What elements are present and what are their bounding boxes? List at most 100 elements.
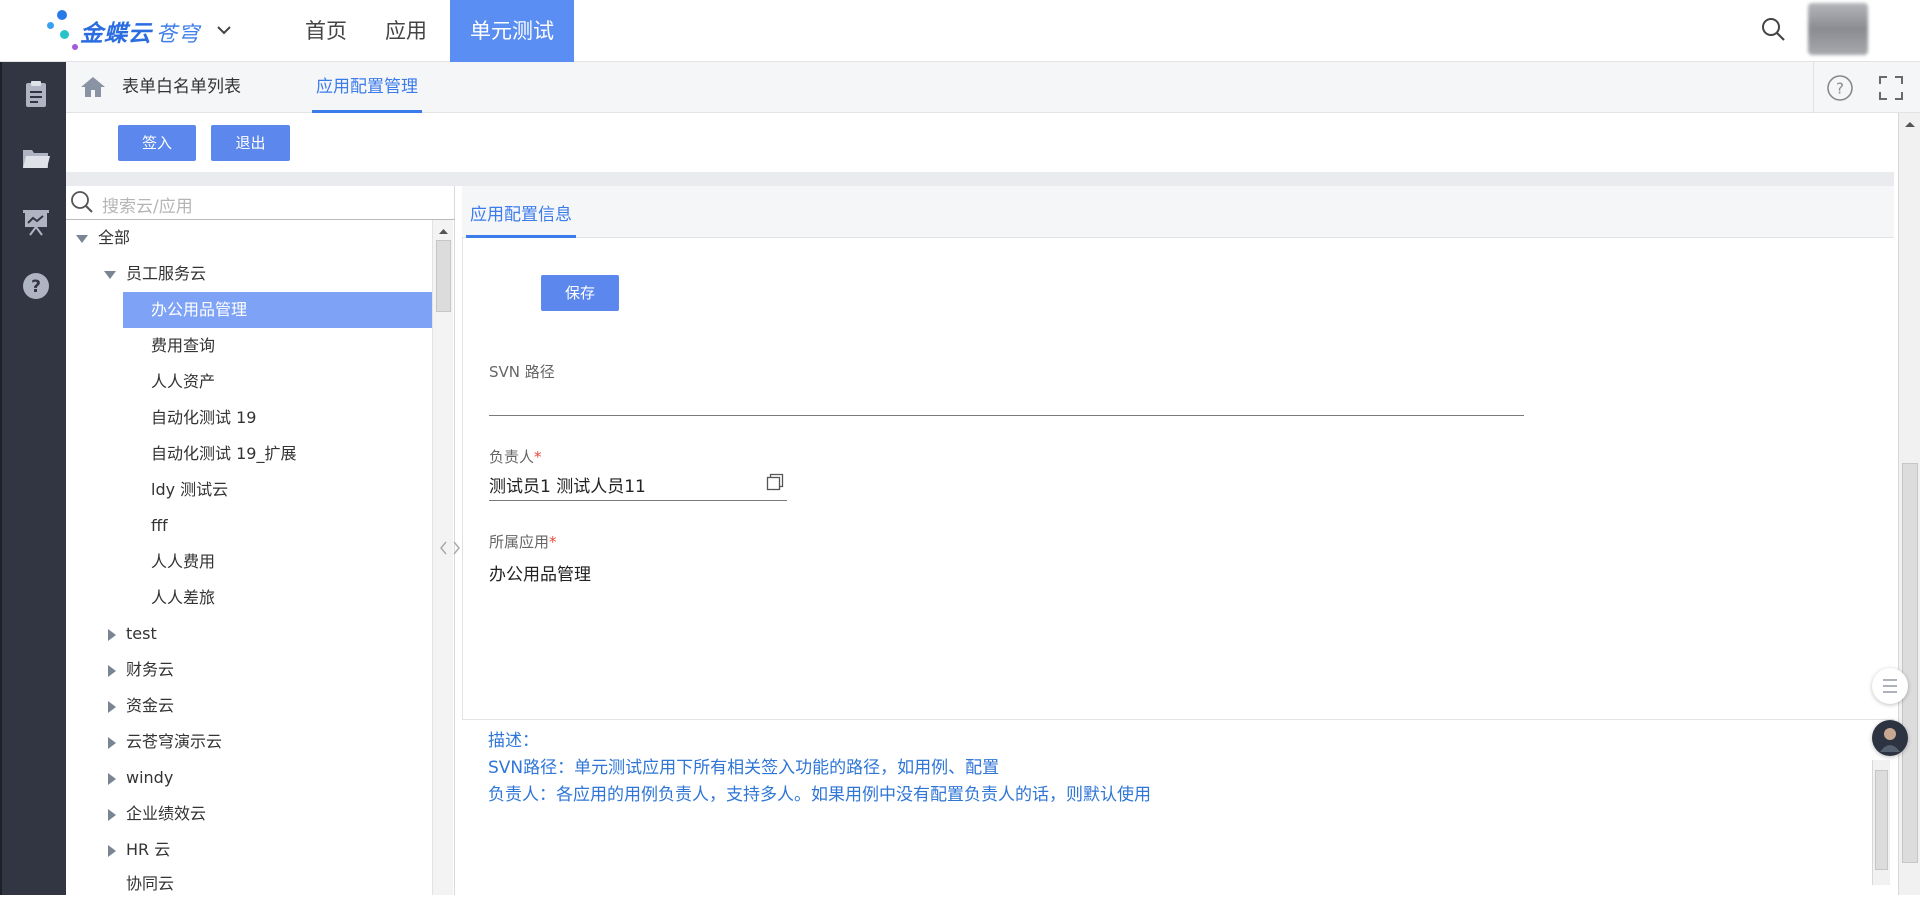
description-line: SVN路径：单元测试应用下所有相关签入功能的路径，如用例、配置 xyxy=(488,758,1000,778)
tree-group-collapsed[interactable]: 云苍穹演示云 xyxy=(108,724,222,760)
home-icon[interactable] xyxy=(80,76,106,98)
tab-app-config-info[interactable]: 应用配置信息 xyxy=(466,200,576,238)
tree-scroll-thumb[interactable] xyxy=(436,240,451,312)
nav-apps[interactable]: 应用 xyxy=(370,0,442,62)
tree-app-item[interactable]: 自动化测试 19_扩展 xyxy=(151,436,296,472)
app-tree-panel: 搜索云/应用 全部 员工服务云 办公用品管理 费用查询 人人资产 自动化测试 1… xyxy=(66,186,455,895)
required-mark: * xyxy=(549,533,557,551)
tree-app-item[interactable]: 人人差旅 xyxy=(151,580,215,616)
presentation-icon[interactable] xyxy=(20,206,52,238)
tree-group-collapsed[interactable]: 财务云 xyxy=(108,652,174,688)
logo-dot xyxy=(47,22,54,29)
main-nav: 首页 应用 单元测试 xyxy=(290,0,582,62)
tree-group-collapsed[interactable]: 协同云 xyxy=(126,866,174,902)
scroll-up-icon[interactable] xyxy=(433,224,454,238)
app-logo[interactable]: 金蝶云 苍穹 xyxy=(44,8,234,54)
tab-form-whitelist[interactable]: 表单白名单列表 xyxy=(122,62,241,113)
tree-group-collapsed[interactable]: test xyxy=(108,616,157,652)
caret-right-icon[interactable] xyxy=(108,844,116,857)
avatar[interactable] xyxy=(1808,3,1868,55)
page-tab-bar: 表单白名单列表 应用配置管理 ? xyxy=(66,62,1920,113)
app-value: 办公用品管理 xyxy=(489,565,591,585)
tree-group-collapsed[interactable]: 企业绩效云 xyxy=(108,796,206,832)
tree-app-item[interactable]: 人人资产 xyxy=(151,364,215,400)
checkin-button[interactable]: 签入 xyxy=(118,125,196,161)
detail-tab-bar: 应用配置信息 xyxy=(462,186,1894,238)
content-scroll-thumb[interactable] xyxy=(1875,770,1888,870)
tree-group-collapsed[interactable]: 资金云 xyxy=(108,688,174,724)
page-scrollbar[interactable] xyxy=(1898,113,1920,895)
description-title: 描述： xyxy=(488,731,539,751)
exit-button[interactable]: 退出 xyxy=(211,125,290,161)
caret-right-icon[interactable] xyxy=(108,808,116,821)
save-button[interactable]: 保存 xyxy=(541,275,619,311)
tree-group-collapsed[interactable]: windy xyxy=(108,760,173,796)
config-form xyxy=(462,238,1894,720)
owner-label: 负责人* xyxy=(489,446,542,467)
caret-right-icon[interactable] xyxy=(108,664,116,677)
tree-root-label: 全部 xyxy=(98,228,131,247)
description-line: 负责人：各应用的用例负责人，支持多人。如果用例中没有配置负责人的话，则默认使用 xyxy=(488,785,1151,805)
caret-right-icon[interactable] xyxy=(108,700,116,713)
chevron-down-icon[interactable] xyxy=(216,22,232,40)
tree-group-label: test xyxy=(126,624,157,643)
panel-splitter[interactable] xyxy=(438,540,462,561)
owner-label-text: 负责人 xyxy=(489,448,535,466)
scroll-up-icon[interactable] xyxy=(1899,117,1920,131)
page-scroll-thumb[interactable] xyxy=(1902,463,1918,863)
tree-root[interactable]: 全部 xyxy=(76,220,130,256)
tree-group-expanded[interactable]: 员工服务云 xyxy=(104,256,206,292)
tree-group-label: 财务云 xyxy=(126,660,175,679)
tree-app-item[interactable]: 自动化测试 19 xyxy=(151,400,256,436)
owner-field[interactable]: 测试员1 测试人员11 xyxy=(489,472,646,497)
logo-dot xyxy=(72,44,78,50)
tree-group-label: 员工服务云 xyxy=(126,264,207,283)
svg-text:?: ? xyxy=(1836,80,1844,98)
content-scrollbar[interactable] xyxy=(1872,760,1890,885)
fullscreen-icon[interactable] xyxy=(1878,75,1904,101)
tab-divider xyxy=(1813,62,1814,113)
lookup-icon[interactable] xyxy=(766,473,784,491)
help-icon[interactable]: ? xyxy=(20,270,52,302)
tree-group-collapsed[interactable]: HR 云 xyxy=(108,832,170,868)
tree-app-item[interactable]: ldy 测试云 xyxy=(151,472,228,508)
clipboard-icon[interactable] xyxy=(20,78,52,110)
search-icon[interactable] xyxy=(70,190,94,214)
folder-icon[interactable] xyxy=(20,142,52,174)
logo-dot xyxy=(60,30,69,39)
tree-app-item[interactable]: 费用查询 xyxy=(151,328,215,364)
top-bar: 金蝶云 苍穹 首页 应用 单元测试 xyxy=(0,0,1920,62)
assistant-avatar[interactable] xyxy=(1872,720,1908,756)
tree-group-label: 云苍穹演示云 xyxy=(126,732,223,751)
logo-main: 金蝶云 xyxy=(80,21,152,47)
tree-app-item[interactable]: fff xyxy=(151,508,168,544)
left-rail: ? xyxy=(0,62,66,895)
caret-down-icon[interactable] xyxy=(104,270,116,279)
tree-search-bar: 搜索云/应用 xyxy=(66,186,455,220)
nav-unit-test[interactable]: 单元测试 xyxy=(450,0,574,62)
caret-down-icon[interactable] xyxy=(76,234,88,243)
logo-text: 金蝶云 苍穹 xyxy=(80,14,200,48)
tree-group-label: windy xyxy=(126,768,174,787)
required-mark: * xyxy=(534,448,542,466)
tree-group-label: 企业绩效云 xyxy=(126,804,207,823)
app-label: 所属应用* xyxy=(489,531,557,552)
app-label-text: 所属应用 xyxy=(489,533,550,551)
nav-home[interactable]: 首页 xyxy=(290,0,362,62)
caret-right-icon[interactable] xyxy=(108,736,116,749)
tab-app-config[interactable]: 应用配置管理 xyxy=(312,62,422,113)
svn-path-label: SVN 路径 xyxy=(489,363,555,381)
search-icon[interactable] xyxy=(1760,16,1786,42)
owner-underline xyxy=(489,500,787,501)
help-icon[interactable]: ? xyxy=(1826,74,1854,102)
list-icon[interactable] xyxy=(1872,668,1908,704)
tree-app-item[interactable]: 办公用品管理 xyxy=(123,292,432,328)
tree-group-label: 资金云 xyxy=(126,696,175,715)
logo-sub: 苍穹 xyxy=(156,22,200,46)
svg-text:?: ? xyxy=(31,277,41,297)
caret-right-icon[interactable] xyxy=(108,628,116,641)
tree-app-item[interactable]: 人人费用 xyxy=(151,544,215,580)
caret-right-icon[interactable] xyxy=(108,772,116,785)
search-input[interactable]: 搜索云/应用 xyxy=(102,192,193,217)
svn-path-underline xyxy=(489,415,1524,416)
